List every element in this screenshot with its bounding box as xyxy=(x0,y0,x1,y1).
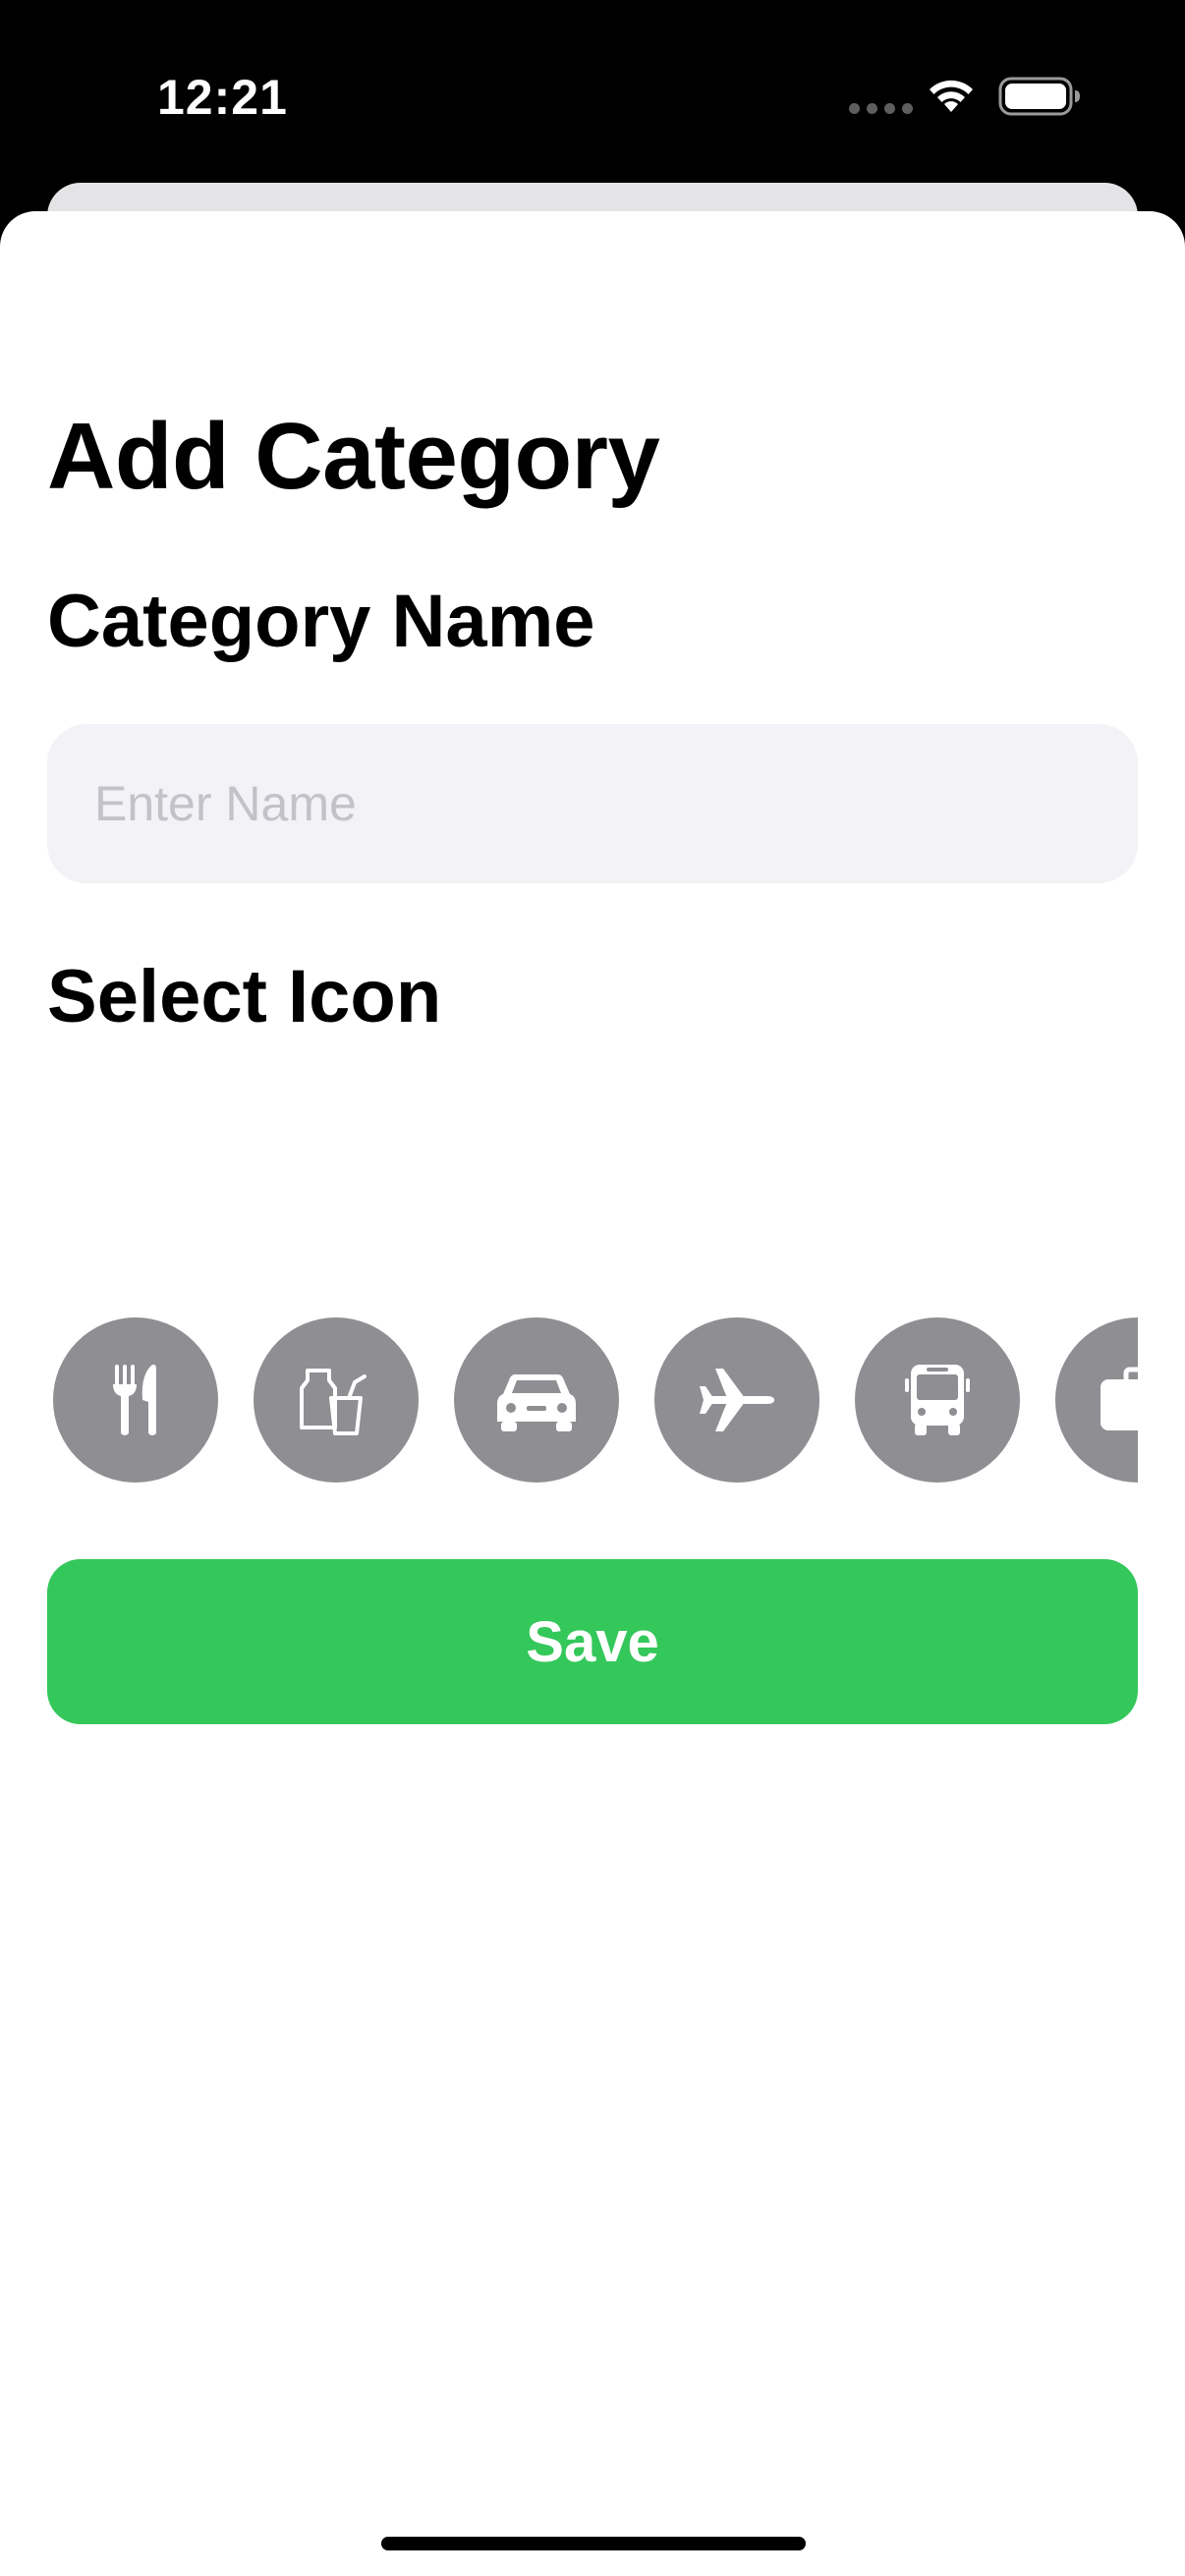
battery-icon xyxy=(998,77,1080,116)
icon-option-car[interactable] xyxy=(454,1317,619,1483)
select-icon-label: Select Icon xyxy=(47,955,442,1038)
category-name-input[interactable] xyxy=(47,724,1138,883)
add-category-sheet: Add Category Category Name Select Icon xyxy=(0,211,1185,2576)
icon-option-travel[interactable] xyxy=(654,1317,819,1483)
groceries-icon xyxy=(300,1369,367,1435)
icon-option-groceries[interactable] xyxy=(254,1317,419,1483)
page-title: Add Category xyxy=(47,404,660,509)
icon-option-work[interactable] xyxy=(1055,1317,1138,1483)
airplane-icon xyxy=(700,1369,774,1431)
icon-option-bus[interactable] xyxy=(855,1317,1020,1483)
home-indicator[interactable] xyxy=(381,2537,806,2550)
car-icon xyxy=(497,1374,576,1431)
status-time: 12:21 xyxy=(157,70,288,125)
status-bar: 12:21 xyxy=(0,0,1185,187)
category-name-label: Category Name xyxy=(47,580,595,663)
icon-option-dining[interactable] xyxy=(53,1317,218,1483)
bus-icon xyxy=(905,1365,970,1435)
wifi-icon xyxy=(930,80,973,112)
save-button[interactable]: Save xyxy=(47,1559,1138,1724)
fork-knife-icon xyxy=(113,1364,156,1435)
briefcase-icon xyxy=(1100,1367,1138,1430)
cellular-signal-icon xyxy=(849,103,913,114)
icon-picker-row[interactable] xyxy=(47,1316,1138,1484)
